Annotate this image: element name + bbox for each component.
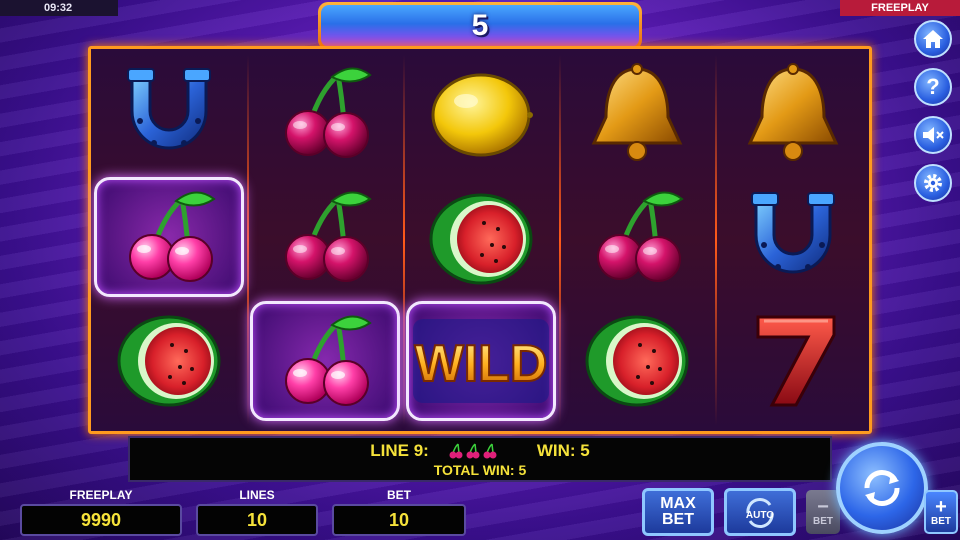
bet-increase-button[interactable]: + BET: [924, 490, 958, 534]
reel5-row3: [718, 299, 868, 419]
lines-stat: LINES 10: [196, 488, 318, 536]
cherries-icon: [449, 443, 463, 459]
horseshoe-icon: [751, 192, 835, 274]
cherries-icon: [129, 191, 216, 282]
cherries-icon: [285, 67, 372, 158]
reel5-row2: [718, 177, 868, 297]
wild-icon: WILD: [413, 319, 549, 403]
reel2-row3: [250, 301, 400, 421]
spin-button[interactable]: [836, 442, 928, 534]
lines-value: 10: [196, 504, 318, 536]
help-icon: ?: [926, 74, 940, 99]
seven-icon: [756, 315, 836, 407]
minus-icon: −: [817, 495, 829, 518]
reel1-row2: [94, 177, 244, 297]
cherries-icon: [483, 443, 497, 459]
reel2-row1: [250, 53, 400, 173]
bet-decrease-button[interactable]: − BET: [806, 490, 840, 534]
bet-value: 10: [332, 504, 466, 536]
settings-button[interactable]: [914, 164, 952, 202]
plus-icon: +: [935, 495, 947, 518]
settings-icon: [924, 174, 942, 192]
bell-icon: [747, 63, 839, 161]
bet-stat: BET 10: [332, 488, 466, 536]
auto-button[interactable]: AUTO: [724, 488, 796, 536]
clock: 09:32: [0, 0, 118, 16]
reel1-row1: [94, 53, 244, 173]
bet-increase-label: BET: [931, 515, 951, 527]
win-label: WIN: 5: [536, 441, 590, 460]
reel-5: [715, 49, 871, 431]
balance-label: FREEPLAY: [69, 488, 133, 502]
help-button[interactable]: ?: [914, 68, 952, 106]
max-bet-bottom-label: BET: [662, 511, 694, 528]
reel3-row3: WILD: [406, 301, 556, 421]
reel3-row1: [406, 53, 556, 173]
wild-text: WILD: [415, 335, 548, 393]
bet-decrease-label: BET: [813, 515, 833, 527]
reel4-row2: [562, 177, 712, 297]
reel1-row3: [94, 299, 244, 419]
bet-label: BET: [387, 488, 411, 502]
reel4-row1: [562, 53, 712, 173]
cherries-icon: [466, 443, 480, 459]
auto-label: AUTO: [745, 509, 775, 521]
sound-muted-icon: [923, 127, 944, 143]
watermelon-icon: [117, 315, 221, 407]
horseshoe-icon: [127, 68, 211, 150]
line-symbols: [449, 443, 497, 459]
balance-stat: FREEPLAY 9990: [20, 488, 182, 536]
reel3-row2: [406, 177, 556, 297]
bell-icon: [591, 63, 683, 161]
reel-2: [247, 49, 403, 431]
max-bet-button[interactable]: MAX BET: [642, 488, 714, 536]
spin-icon: [864, 469, 900, 507]
freeplay-badge: FREEPLAY: [840, 0, 960, 16]
counter-value: 5: [471, 9, 489, 42]
reel2-row2: [250, 177, 400, 297]
lemon-icon: [431, 73, 533, 157]
watermelon-icon: [585, 315, 689, 407]
cherries-icon: [285, 191, 372, 282]
home-button[interactable]: [914, 20, 952, 58]
free-spins-counter: 5: [318, 2, 642, 50]
cherries-icon: [285, 315, 372, 406]
line-label: LINE 9:: [370, 441, 429, 460]
sound-button[interactable]: [914, 116, 952, 154]
reel4-row3: [562, 299, 712, 419]
reel-1: [91, 49, 247, 431]
win-line-row: LINE 9: WIN: 5: [130, 441, 830, 461]
reel-3: WILD: [403, 49, 559, 431]
lines-label: LINES: [239, 488, 275, 502]
win-message-panel: LINE 9: WIN: 5 TOTAL WIN: 5: [128, 436, 832, 482]
total-win-label: TOTAL WIN: 5: [433, 462, 527, 478]
counter-display: 5: [321, 5, 639, 47]
reels-area: WILD: [88, 46, 872, 434]
reel-4: [559, 49, 715, 431]
watermelon-icon: [429, 193, 533, 285]
home-icon: [923, 30, 943, 48]
reel5-row1: [718, 53, 868, 173]
cherries-icon: [597, 191, 684, 282]
max-bet-top-label: MAX: [660, 495, 696, 512]
balance-value: 9990: [20, 504, 182, 536]
